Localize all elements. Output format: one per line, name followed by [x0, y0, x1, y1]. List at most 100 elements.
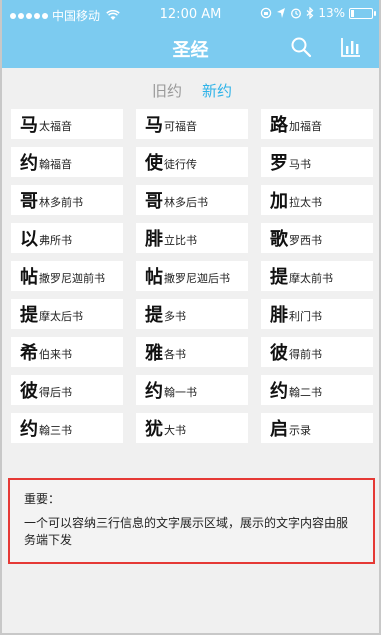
book-item-hebrews[interactable]: 希伯来书	[11, 337, 123, 367]
book-initial: 罗	[270, 153, 288, 174]
book-item-2-corinthians[interactable]: 哥林多后书	[136, 185, 248, 215]
book-initial: 腓	[145, 229, 163, 250]
notice-body: 一个可以容纳三行信息的文字展示区域，展示的文字内容由服务端下发	[24, 516, 349, 547]
book-name-rest: 弗所书	[39, 234, 72, 247]
book-name-rest: 撒罗尼迦前书	[39, 272, 105, 285]
book-name-rest: 太福音	[39, 120, 72, 133]
book-item-luke[interactable]: 路加福音	[261, 109, 373, 139]
navigation-bar: 圣经	[0, 30, 381, 68]
book-initial: 约	[145, 381, 163, 402]
book-item-2-thessalonians[interactable]: 帖撒罗尼迦后书	[136, 261, 248, 291]
book-name-rest: 拉太书	[289, 196, 322, 209]
book-initial: 希	[20, 343, 38, 364]
book-initial: 腓	[270, 305, 288, 326]
rotation-lock-icon	[261, 7, 272, 19]
book-item-revelation[interactable]: 启示录	[261, 413, 373, 443]
book-item-philemon[interactable]: 腓利门书	[261, 299, 373, 329]
book-item-1-john[interactable]: 约翰一书	[136, 375, 248, 405]
book-item-ephesians[interactable]: 以弗所书	[11, 223, 123, 253]
battery-icon	[349, 7, 376, 19]
book-item-galatians[interactable]: 加拉太书	[261, 185, 373, 215]
book-name-rest: 罗西书	[289, 234, 322, 247]
book-initial: 以	[20, 229, 38, 250]
book-name-rest: 撒罗尼迦后书	[164, 272, 230, 285]
book-item-james[interactable]: 雅各书	[136, 337, 248, 367]
book-initial: 马	[145, 115, 163, 136]
bluetooth-icon	[306, 7, 314, 19]
tab-old-testament[interactable]: 旧约	[152, 80, 182, 101]
book-initial: 路	[270, 115, 288, 136]
book-item-3-john[interactable]: 约翰三书	[11, 413, 123, 443]
book-name-rest: 摩太前书	[289, 272, 333, 285]
book-item-mark[interactable]: 马可福音	[136, 109, 248, 139]
book-name-rest: 利门书	[289, 310, 322, 323]
book-initial: 提	[270, 267, 288, 288]
book-item-1-corinthians[interactable]: 哥林多前书	[11, 185, 123, 215]
book-item-1-peter[interactable]: 彼得前书	[261, 337, 373, 367]
book-name-rest: 各书	[164, 348, 186, 361]
book-initial: 彼	[270, 343, 288, 364]
book-initial: 哥	[20, 191, 38, 212]
book-name-rest: 示录	[289, 424, 311, 437]
book-item-1-timothy[interactable]: 提摩太前书	[261, 261, 373, 291]
status-bar: 中国移动 12:00 AM 13%	[0, 0, 381, 30]
book-name-rest: 可福音	[164, 120, 197, 133]
battery-fill	[351, 9, 354, 17]
book-name-rest: 翰一书	[164, 386, 197, 399]
status-right: 13%	[260, 6, 376, 20]
book-initial: 哥	[145, 191, 163, 212]
book-name-rest: 伯来书	[39, 348, 72, 361]
book-initial: 雅	[145, 343, 163, 364]
book-name-rest: 多书	[164, 310, 186, 323]
book-initial: 使	[145, 153, 163, 174]
book-item-colossians[interactable]: 歌罗西书	[261, 223, 373, 253]
statistics-icon[interactable]	[340, 36, 362, 58]
book-name-rest: 徒行传	[164, 158, 197, 171]
page-title: 圣经	[172, 40, 209, 61]
book-initial: 启	[270, 419, 288, 440]
book-item-john[interactable]: 约翰福音	[11, 147, 123, 177]
book-grid: 马太福音 马可福音 路加福音 约翰福音 使徒行传 罗马书 哥林多前书 哥林多后书…	[11, 109, 373, 443]
book-initial: 帖	[20, 267, 38, 288]
testament-tabs: 旧约 新约	[0, 76, 381, 102]
book-initial: 约	[20, 419, 38, 440]
book-name-rest: 立比书	[164, 234, 197, 247]
book-initial: 犹	[145, 419, 163, 440]
book-item-titus[interactable]: 提多书	[136, 299, 248, 329]
tab-new-testament[interactable]: 新约	[202, 80, 232, 101]
book-initial: 马	[20, 115, 38, 136]
book-name-rest: 马书	[289, 158, 311, 171]
book-name-rest: 大书	[164, 424, 186, 437]
book-item-jude[interactable]: 犹大书	[136, 413, 248, 443]
book-initial: 提	[20, 305, 38, 326]
book-name-rest: 翰二书	[289, 386, 322, 399]
book-name-rest: 摩太后书	[39, 310, 83, 323]
notice-panel: 重要： 一个可以容纳三行信息的文字展示区域，展示的文字内容由服务端下发	[8, 478, 375, 564]
book-initial: 帖	[145, 267, 163, 288]
search-icon[interactable]	[290, 36, 312, 58]
book-name-rest: 加福音	[289, 120, 322, 133]
book-item-1-thessalonians[interactable]: 帖撒罗尼迦前书	[11, 261, 123, 291]
book-name-rest: 翰福音	[39, 158, 72, 171]
top-bar: 中国移动 12:00 AM 13% 圣经	[0, 0, 381, 68]
notice-title: 重要：	[24, 492, 61, 506]
book-name-rest: 林多后书	[164, 196, 208, 209]
book-initial: 加	[270, 191, 288, 212]
book-name-rest: 翰三书	[39, 424, 72, 437]
book-name-rest: 林多前书	[39, 196, 83, 209]
book-initial: 歌	[270, 229, 288, 250]
book-item-2-timothy[interactable]: 提摩太后书	[11, 299, 123, 329]
book-initial: 提	[145, 305, 163, 326]
book-name-rest: 得后书	[39, 386, 72, 399]
book-item-2-peter[interactable]: 彼得后书	[11, 375, 123, 405]
book-item-matthew[interactable]: 马太福音	[11, 109, 123, 139]
book-initial: 约	[270, 381, 288, 402]
book-initial: 彼	[20, 381, 38, 402]
book-item-romans[interactable]: 罗马书	[261, 147, 373, 177]
book-item-2-john[interactable]: 约翰二书	[261, 375, 373, 405]
book-initial: 约	[20, 153, 38, 174]
book-item-philippians[interactable]: 腓立比书	[136, 223, 248, 253]
book-name-rest: 得前书	[289, 348, 322, 361]
battery-percent: 13%	[318, 6, 345, 20]
book-item-acts[interactable]: 使徒行传	[136, 147, 248, 177]
